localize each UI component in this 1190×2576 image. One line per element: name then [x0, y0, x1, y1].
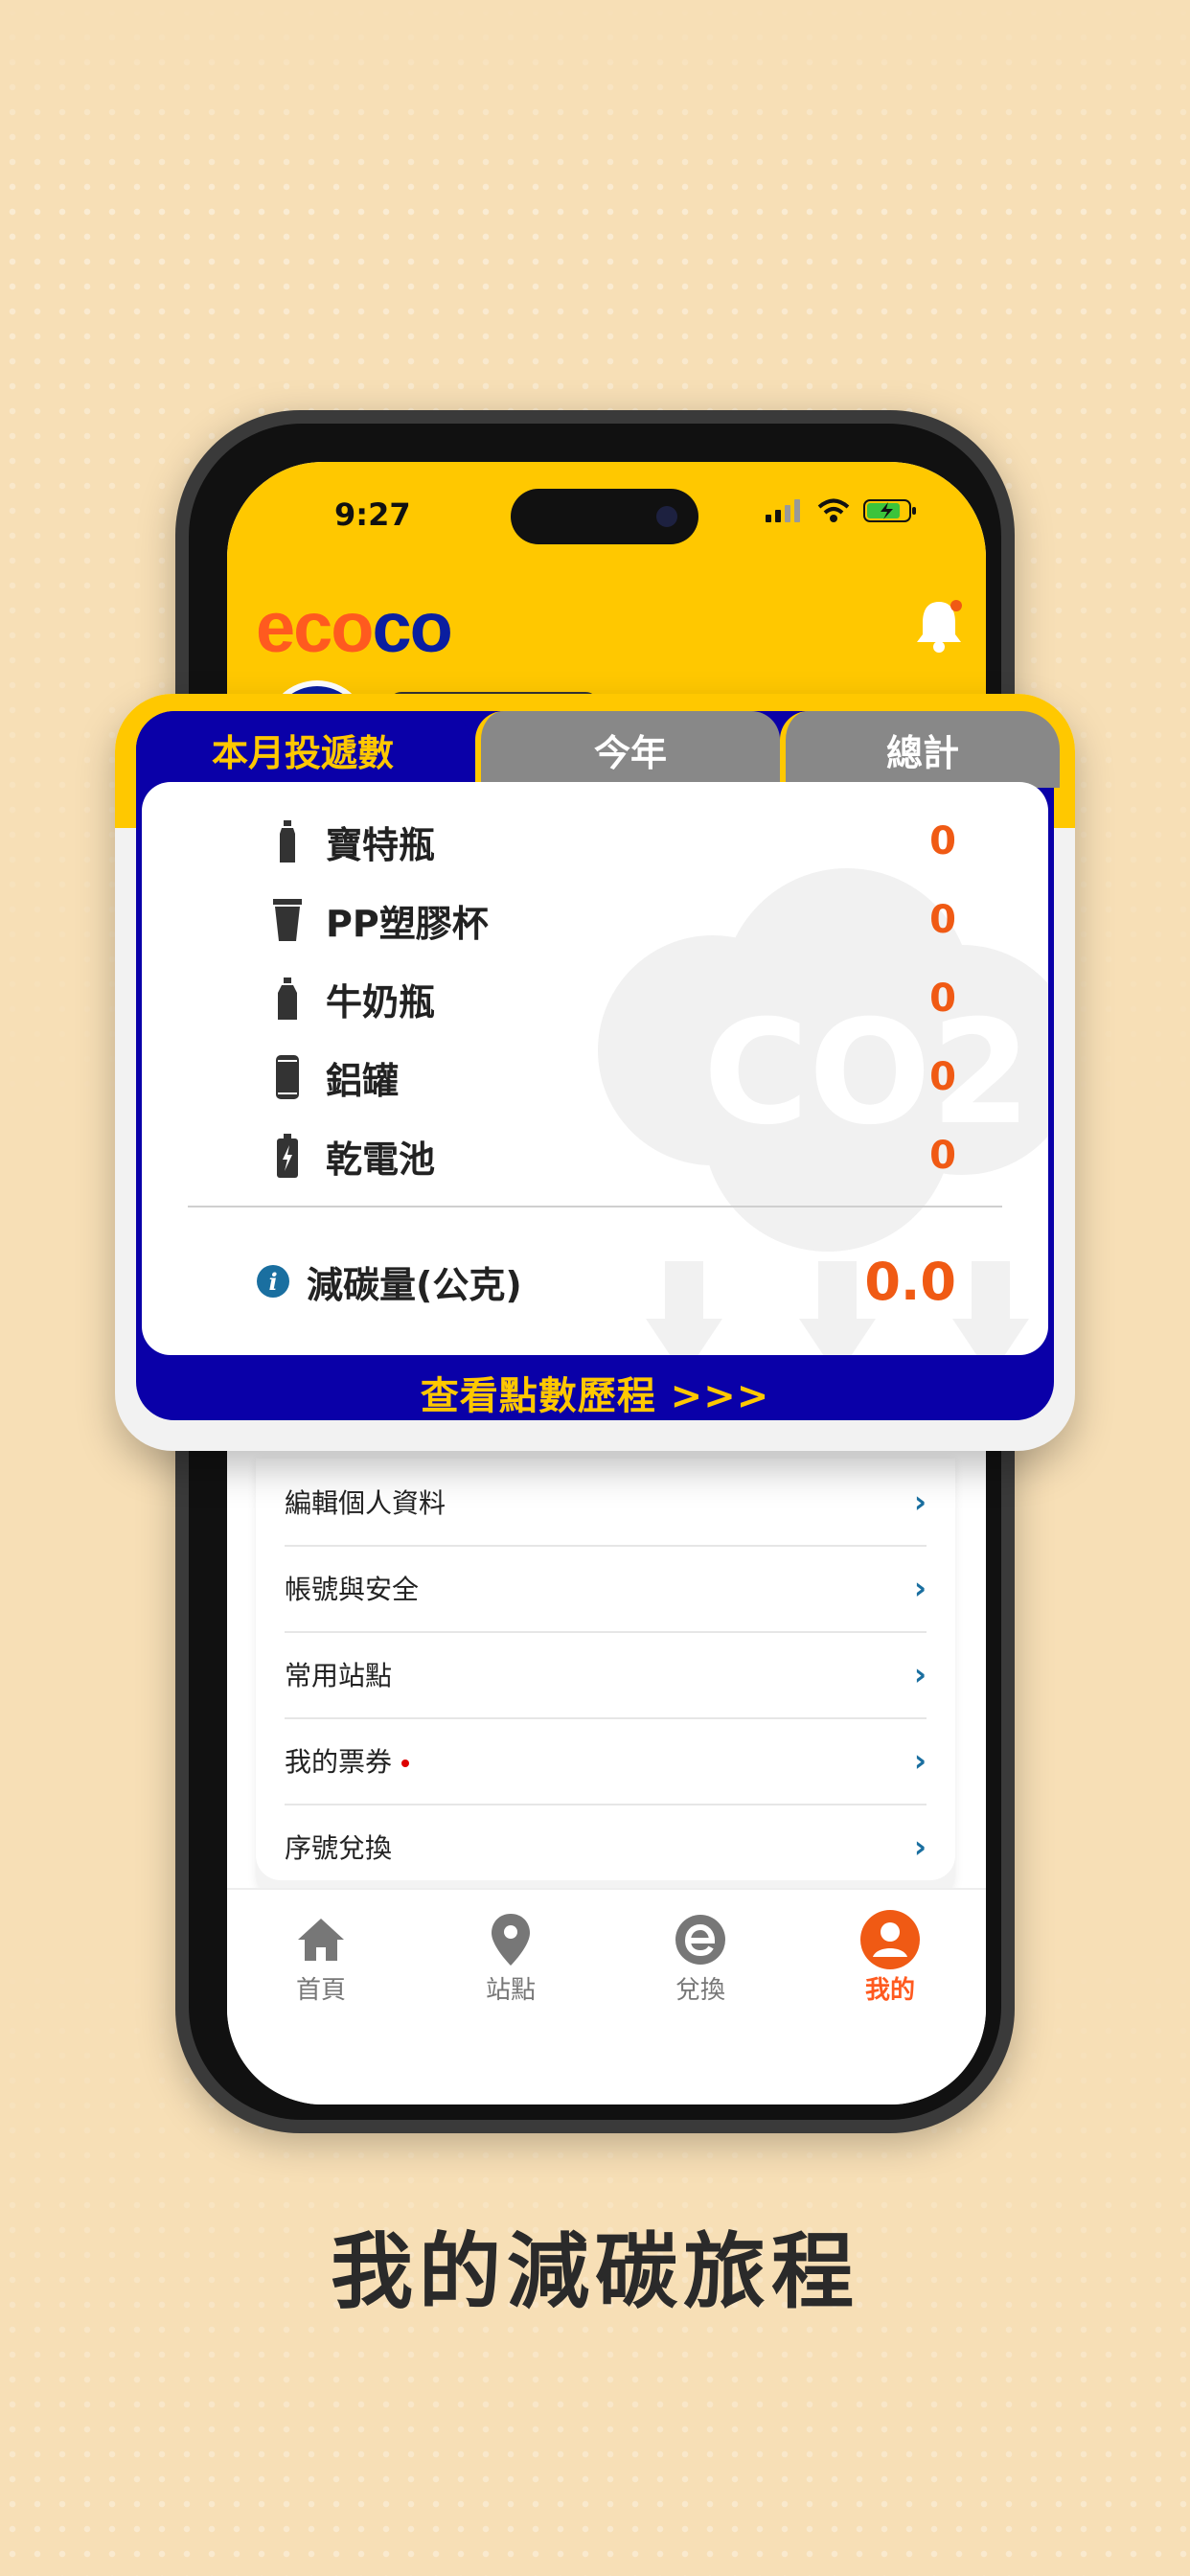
stat-row-milk-bottle: 牛奶瓶 0 [266, 970, 956, 1027]
menu-item-label: 序號兌換 [285, 1832, 393, 1864]
menu-item-my-tickets[interactable]: 我的票券 › [285, 1717, 927, 1806]
menu-item-account-security[interactable]: 帳號與安全 › [285, 1545, 927, 1633]
ecoco-logo: ecoco [256, 586, 453, 668]
menu-item-edit-profile[interactable]: 編輯個人資料 › [285, 1459, 927, 1547]
stat-row-battery: 乾電池 0 [266, 1127, 956, 1184]
divider [188, 1206, 1002, 1208]
carbon-label: 減碳量(公克) [307, 1263, 522, 1306]
menu-item-favorite-stations[interactable]: 常用站點 › [285, 1631, 927, 1719]
milk-bottle-icon [266, 978, 309, 1020]
menu-item-label: 我的票券 [285, 1746, 393, 1778]
profile-icon [860, 1910, 920, 1969]
stat-value: 0 [929, 1134, 956, 1178]
bell-icon[interactable] [913, 596, 965, 657]
chevron-right-icon: › [913, 1742, 927, 1779]
info-icon[interactable]: i [257, 1265, 289, 1298]
tab-stations[interactable]: 站點 [444, 1909, 578, 2006]
stat-value: 0 [929, 977, 956, 1021]
carbon-reduction-row: i 減碳量(公克) 0.0 [257, 1248, 956, 1315]
stat-label: 鋁罐 [326, 1059, 400, 1102]
logo-part-2: co [372, 587, 453, 667]
bottle-icon [266, 820, 309, 862]
dynamic-island [511, 489, 698, 544]
exchange-icon [675, 1915, 725, 1965]
cup-icon [266, 899, 309, 941]
tab-this-year[interactable]: 今年 [475, 711, 780, 788]
stat-label: 乾電池 [326, 1138, 436, 1181]
settings-menu-card: 編輯個人資料 › 帳號與安全 › 常用站點 › 我的票券 › 序號兌換 › [256, 1459, 955, 1880]
battery-status-icon [863, 499, 916, 522]
chevron-right-icon: › [913, 1570, 927, 1606]
chevron-right-icon: › [913, 1656, 927, 1692]
stat-value: 0 [929, 898, 956, 942]
status-icons [766, 498, 917, 523]
tab-profile[interactable]: 我的 [823, 1909, 957, 2006]
home-icon [298, 1919, 344, 1961]
map-pin-icon [492, 1914, 530, 1966]
tab-home[interactable]: 首頁 [254, 1909, 388, 2006]
stat-label: 寶特瓶 [326, 823, 436, 866]
menu-item-label-wrap: 我的票券 [285, 1741, 410, 1780]
menu-item-label: 常用站點 [285, 1660, 393, 1691]
stat-value: 0 [929, 1055, 956, 1099]
stat-row-aluminum-can: 鋁罐 0 [266, 1048, 956, 1106]
chevron-right-icon: › [913, 1484, 927, 1520]
stat-row-pp-cup: PP塑膠杯 0 [266, 891, 956, 949]
tab-total[interactable]: 總計 [780, 711, 1060, 788]
chevron-right-icon: › [913, 1828, 927, 1865]
notification-dot [401, 1760, 410, 1767]
battery-icon [266, 1134, 309, 1178]
page-caption: 我的減碳旅程 [331, 2224, 859, 2320]
recycling-stats-card: 本月投遞數 今年 總計 CO2 寶特瓶 0 PP塑膠杯 0 牛奶瓶 0 鋁罐 0… [115, 694, 1075, 1451]
bottom-tab-bar: 首頁 站點 兌換 我的 [227, 1888, 986, 2104]
stat-value: 0 [929, 819, 956, 863]
tab-exchange[interactable]: 兌換 [633, 1909, 767, 2006]
settings-menu: 編輯個人資料 › 帳號與安全 › 常用站點 › 我的票券 › 序號兌換 › [256, 1459, 955, 1899]
stats-body: CO2 寶特瓶 0 PP塑膠杯 0 牛奶瓶 0 鋁罐 0 乾電池 0 i 減碳量… [142, 782, 1048, 1355]
can-icon [266, 1055, 309, 1099]
stat-label: 牛奶瓶 [326, 980, 436, 1024]
status-time: 9:27 [334, 496, 411, 533]
logo-part-1: eco [256, 587, 375, 667]
wifi-icon [817, 498, 850, 522]
signal-icon [766, 499, 800, 522]
tab-label: 首頁 [295, 1976, 346, 2005]
camera-icon [656, 506, 677, 527]
menu-item-label: 編輯個人資料 [285, 1487, 446, 1519]
view-points-history-link[interactable]: 查看點數歷程 >>> [136, 1365, 1054, 1420]
carbon-value: 0.0 [864, 1251, 956, 1312]
stat-row-pet-bottle: 寶特瓶 0 [266, 813, 956, 870]
tab-label: 我的 [864, 1976, 915, 2005]
stat-label: PP塑膠杯 [326, 902, 489, 945]
menu-item-label: 帳號與安全 [285, 1574, 420, 1605]
tab-this-month[interactable]: 本月投遞數 [136, 711, 469, 788]
menu-item-code-redeem[interactable]: 序號兌換 › [285, 1804, 927, 1890]
tab-label: 站點 [485, 1976, 536, 2005]
tab-label: 兌換 [675, 1976, 725, 2005]
